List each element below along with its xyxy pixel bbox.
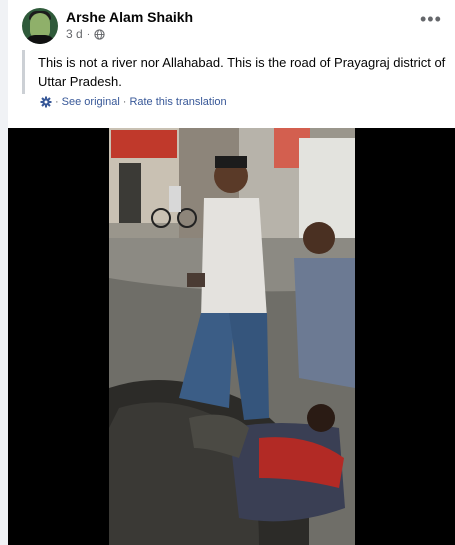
translate-separator: · <box>122 96 127 108</box>
video-scene <box>109 128 355 545</box>
author-name[interactable]: Arshe Alam Shaikh <box>66 9 193 25</box>
see-original-link[interactable]: See original <box>62 96 120 108</box>
translation-bar: · See original · Rate this translation <box>40 96 227 108</box>
video-frame[interactable] <box>109 128 355 545</box>
translate-separator: · <box>55 96 59 108</box>
rate-translation-link[interactable]: Rate this translation <box>129 96 226 108</box>
author-avatar[interactable] <box>22 8 58 44</box>
post-time[interactable]: 3 d <box>66 27 83 41</box>
post-text: This is not a river nor Allahabad. This … <box>22 50 448 94</box>
globe-icon <box>94 28 105 40</box>
gear-icon <box>40 96 52 108</box>
video-player[interactable] <box>8 128 455 545</box>
post-meta: 3 d · <box>66 27 105 41</box>
more-options-icon[interactable]: ••• <box>420 10 442 28</box>
meta-separator: · <box>86 28 91 40</box>
post-header: Arshe Alam Shaikh 3 d · ••• <box>8 0 455 50</box>
